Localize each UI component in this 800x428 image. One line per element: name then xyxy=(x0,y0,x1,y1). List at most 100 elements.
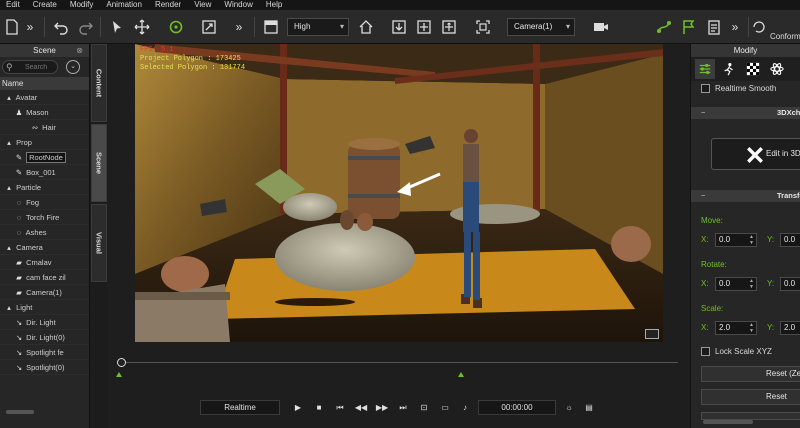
collapse-icon[interactable]: − xyxy=(701,190,705,202)
scene-tree-item[interactable]: ▴ Prop xyxy=(0,135,89,150)
move-y-field[interactable]: 0.0 xyxy=(780,233,800,247)
menu-render[interactable]: Render xyxy=(149,0,188,10)
menu-animation[interactable]: Animation xyxy=(100,0,149,10)
search-box[interactable]: ⚲ xyxy=(2,60,58,74)
scene-tree-item[interactable]: ↘ Dir. Light xyxy=(0,315,89,330)
rewind-icon[interactable]: ◀◀ xyxy=(354,401,368,415)
video-camera-icon[interactable] xyxy=(592,18,610,36)
expand-toolbar-icon[interactable]: » xyxy=(21,18,39,36)
scene-tree-item[interactable]: ▰ Cmalav xyxy=(0,255,89,270)
spinner-arrows-icon[interactable]: ▲ ▼ xyxy=(749,322,754,334)
expand-arrow-icon[interactable]: ▴ xyxy=(4,180,14,194)
edit-in-3dxchange-button[interactable]: Edit in 3DXchange xyxy=(711,138,800,170)
scene-tree-item[interactable]: ↘ Dir. Light(0) xyxy=(0,330,89,345)
motion-tab-icon[interactable] xyxy=(719,59,739,79)
expand-toolbar-icon[interactable]: » xyxy=(230,18,248,36)
realtime-smooth-checkbox[interactable]: Realtime Smooth xyxy=(701,83,776,95)
search-input[interactable] xyxy=(25,62,57,73)
zoom-fit-icon[interactable] xyxy=(390,18,408,36)
undo-icon[interactable] xyxy=(52,18,70,36)
move-x-field[interactable]: 0.0 ▲ ▼ xyxy=(715,233,757,247)
section-3dxchange[interactable]: − 3DXchange xyxy=(691,107,800,119)
scale-x-field[interactable]: 2.0 ▲ ▼ xyxy=(715,321,757,335)
scene-tree-item[interactable]: ▴ Light xyxy=(0,300,89,315)
rotate-icon[interactable] xyxy=(167,18,185,36)
menu-modify[interactable]: Modify xyxy=(64,0,101,10)
attributes-tab-icon[interactable] xyxy=(695,59,715,79)
start-marker-icon[interactable] xyxy=(116,372,122,377)
expand-arrow-icon[interactable]: ▴ xyxy=(4,135,14,149)
move-icon[interactable] xyxy=(133,18,151,36)
menu-create[interactable]: Create xyxy=(27,0,64,10)
3d-viewport[interactable]: FPS: 5.1 Project Polygon : 173425 Select… xyxy=(135,44,663,342)
menu-view[interactable]: View xyxy=(188,0,218,10)
home-camera-icon[interactable] xyxy=(357,18,375,36)
next-button[interactable] xyxy=(701,412,800,420)
rotate-x-field[interactable]: 0.0 ▲ ▼ xyxy=(715,277,757,291)
timeline-panel-icon[interactable]: ▤ xyxy=(582,401,596,415)
scale-y-field[interactable]: 2.0 xyxy=(780,321,800,335)
viewport-overlay-toggle-icon[interactable] xyxy=(645,329,659,339)
menu-edit[interactable]: Edit xyxy=(0,0,27,10)
redo-icon[interactable] xyxy=(77,18,95,36)
scene-tree-item[interactable]: ↘ Spotlight fe xyxy=(0,345,89,360)
checkbox-box[interactable] xyxy=(701,347,710,357)
timecode-field[interactable]: 00:00:00 xyxy=(478,400,556,415)
expand-arrow-icon[interactable]: ▴ xyxy=(4,90,14,104)
tab-content[interactable]: Content xyxy=(91,44,107,122)
timeline-playhead[interactable] xyxy=(117,358,126,367)
realtime-button[interactable]: Realtime xyxy=(200,400,280,415)
settings-gear-icon[interactable]: ☼ xyxy=(562,401,576,415)
go-to-end-icon[interactable]: ⏭ xyxy=(396,401,410,415)
horizontal-scrollbar[interactable] xyxy=(6,410,34,414)
quality-dropdown[interactable]: High ▾ xyxy=(287,18,349,36)
close-panel-icon[interactable]: ⊗ xyxy=(76,44,83,57)
scene-tree-item[interactable]: ◌ Fog xyxy=(0,195,89,210)
pan-view-icon[interactable] xyxy=(440,18,458,36)
scene-tree-item[interactable]: ◌ Torch Fire xyxy=(0,210,89,225)
scene-tree-item[interactable]: ↘ Spotlight(0) xyxy=(0,360,89,375)
zoom-in-icon[interactable] xyxy=(415,18,433,36)
menu-window[interactable]: Window xyxy=(218,0,259,10)
material-tab-icon[interactable] xyxy=(743,59,763,79)
section-transform[interactable]: − Transform xyxy=(691,190,800,202)
horizontal-scrollbar[interactable] xyxy=(703,420,753,424)
name-column-header[interactable]: Name xyxy=(0,77,89,90)
stop-icon[interactable]: ■ xyxy=(312,401,326,415)
scene-tree-item[interactable]: ✎ RootNode xyxy=(0,150,89,165)
end-marker-icon[interactable] xyxy=(458,372,464,377)
frame-selected-icon[interactable] xyxy=(474,18,492,36)
collapse-icon[interactable]: − xyxy=(701,107,705,119)
reset-button[interactable]: Reset xyxy=(701,389,800,405)
conform-icon[interactable] xyxy=(750,18,768,36)
music-note-icon[interactable]: ♪ xyxy=(458,401,472,415)
clipboard-icon[interactable] xyxy=(705,18,723,36)
scene-tree-item[interactable]: ▰ cam face zil xyxy=(0,270,89,285)
loop-icon[interactable]: ⊡ xyxy=(417,401,431,415)
lock-scale-checkbox[interactable]: Lock Scale XYZ xyxy=(701,346,772,358)
scene-tree-item[interactable]: ✎ Box_001 xyxy=(0,165,89,180)
scene-tree-item[interactable]: ▴ Avatar xyxy=(0,90,89,105)
timeline-track[interactable] xyxy=(118,362,678,363)
play-icon[interactable]: ▶ xyxy=(291,401,305,415)
flag-icon[interactable] xyxy=(680,18,698,36)
scene-tree-item[interactable]: ▴ Particle xyxy=(0,180,89,195)
layout-icon[interactable] xyxy=(262,18,280,36)
expand-toolbar-icon[interactable]: » xyxy=(726,18,744,36)
reset-zero-button[interactable]: Reset (Zero) xyxy=(701,366,800,382)
scene-tree-item[interactable]: ▴ Camera xyxy=(0,240,89,255)
spinner-arrows-icon[interactable]: ▲ ▼ xyxy=(749,278,754,290)
select-arrow-icon[interactable] xyxy=(108,18,126,36)
camera-dropdown[interactable]: Camera(1) ▾ xyxy=(507,18,575,36)
menu-help[interactable]: Help xyxy=(260,0,289,10)
rotate-y-field[interactable]: 0.0 xyxy=(780,277,800,291)
tab-scene[interactable]: Scene xyxy=(91,124,107,202)
scene-tree-item[interactable]: ∾ Hair xyxy=(0,120,89,135)
movie-output-icon[interactable]: ▭ xyxy=(438,401,452,415)
fast-forward-icon[interactable]: ▶▶ xyxy=(375,401,389,415)
filter-icon[interactable]: ⌄ xyxy=(66,60,80,74)
scene-tree-item[interactable]: ◌ Ashes xyxy=(0,225,89,240)
checkbox-box[interactable] xyxy=(701,84,710,94)
scene-tree-item[interactable]: ♟ Mason xyxy=(0,105,89,120)
motion-path-icon[interactable] xyxy=(655,18,673,36)
